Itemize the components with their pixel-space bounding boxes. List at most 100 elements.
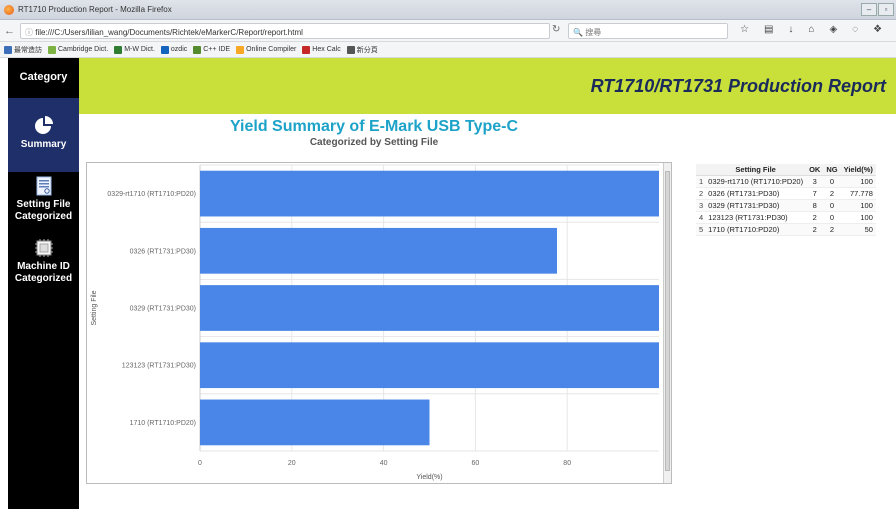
search-placeholder: 搜尋 [585, 28, 602, 37]
sidebar-item-label: Setting File Categorized [14, 199, 73, 222]
download-icon[interactable]: ↓ [788, 24, 793, 35]
firefox-icon [4, 4, 14, 15]
bookmark-label: Cambridge Dict. [58, 46, 109, 53]
home-icon[interactable]: ⌂ [808, 24, 814, 35]
sidebar-item-machine-id[interactable]: Machine ID Categorized [8, 238, 79, 298]
reading-list-icon[interactable]: ▤ [764, 24, 773, 35]
search-input[interactable]: 🔍 搜尋 [568, 23, 728, 39]
y-tick-label: 0326 (RT1731:PD30) [130, 248, 196, 255]
address-bar[interactable]: ⓘ file:///C:/Users/lilian_wang/Documents… [20, 23, 550, 39]
table-cell: 50 [840, 223, 876, 236]
bookmark-label: M-W Dict. [124, 46, 155, 53]
x-tick-label: 60 [472, 460, 480, 467]
category-sidebar: Category Summary Setting File Categorize… [8, 58, 79, 509]
yield-bar-chart: 0 20 40 60 80 0329-rt1710 (RT1710:PD20) 0326 (… [91, 164, 659, 481]
bookmark-icon [160, 45, 169, 54]
bookmark-icon [346, 45, 355, 54]
bookmark-star-icon[interactable]: ☆ [740, 24, 749, 35]
table-cell: 4 [696, 211, 706, 224]
sync-icon[interactable]: ◌ [852, 24, 858, 35]
table-cell: 0326 (RT1731:PD30) [705, 187, 807, 200]
bookmark-icon [302, 45, 311, 54]
table-cell: 0 [823, 211, 841, 224]
table-cell: 0329-rt1710 (RT1710:PD20) [705, 175, 807, 188]
table-header-cell: OK [806, 164, 824, 176]
table-row: 3 0329 (RT1731:PD30) 8 0 100 [696, 199, 876, 212]
bookmark-icon [193, 45, 202, 54]
table-header-cell: Yield(%) [840, 164, 876, 176]
y-tick-label: 1710 (RT1710:PD20) [130, 420, 196, 427]
bookmark-item[interactable]: 最常造訪 [4, 45, 42, 55]
url-text: file:///C:/Users/lilian_wang/Documents/R… [35, 28, 303, 37]
bar[interactable] [200, 227, 558, 274]
bookmark-label: Online Compiler [246, 46, 297, 53]
maximize-icon[interactable]: ▫ [878, 3, 894, 16]
scrollbar-thumb[interactable] [665, 171, 670, 471]
table-cell: 5 [696, 223, 706, 236]
bookmark-item[interactable]: M-W Dict. [114, 45, 155, 54]
table-cell: 77.778 [840, 187, 876, 200]
y-tick-label: 123123 (RT1731:PD30) [122, 363, 196, 370]
chart-scrollbar[interactable] [663, 163, 671, 483]
table-cell: 0 [823, 175, 841, 188]
bar[interactable] [200, 342, 659, 389]
bookmarks-toolbar: 最常造訪 Cambridge Dict. M-W Dict. ozdic C++ IDE… [0, 42, 896, 58]
reload-icon[interactable]: ↻ [552, 24, 560, 35]
x-tick-label: 40 [380, 460, 388, 467]
yield-table: Setting File OK NG Yield(%) 1 0329-rt1710 (R… [696, 164, 876, 236]
bar[interactable] [200, 399, 430, 446]
toolbar-icons: ☆ ▤ ↓ ⌂ ◈ ◌ ❖ ≡ [740, 24, 896, 35]
bookmark-icon [48, 45, 56, 54]
bookmark-label: Hex Calc [312, 46, 341, 53]
table-cell: 3 [806, 175, 824, 188]
bar[interactable] [200, 170, 659, 217]
pocket-icon[interactable]: ◈ [829, 24, 837, 35]
bookmark-item[interactable]: ozdic [160, 45, 187, 54]
window-title: RT1710 Production Report - Mozilla Firef… [18, 5, 172, 14]
window-titlebar: RT1710 Production Report - Mozilla Firef… [0, 0, 896, 20]
y-tick-label: 0329-rt1710 (RT1710:PD20) [107, 191, 196, 198]
sidebar-item-setting-file[interactable]: Setting File Categorized [8, 172, 79, 230]
bookmark-item[interactable]: 新分頁 [346, 45, 378, 55]
x-tick-label: 80 [563, 460, 571, 467]
bookmark-item[interactable]: Cambridge Dict. [48, 45, 109, 54]
table-row: 2 0326 (RT1731:PD30) 7 2 77.778 [696, 187, 876, 200]
info-icon[interactable]: ⓘ [25, 28, 35, 37]
table-cell: 2 [823, 223, 841, 236]
table-cell: 2 [806, 211, 824, 224]
minimize-icon[interactable]: – [861, 3, 877, 16]
table-row: 1 0329-rt1710 (RT1710:PD20) 3 0 100 [696, 175, 876, 188]
bookmark-item[interactable]: Hex Calc [302, 45, 341, 54]
bookmark-label: 新分頁 [356, 46, 378, 54]
sidebar-item-label: Machine ID Categorized [14, 261, 73, 284]
extension-icon[interactable]: ❖ [873, 24, 882, 35]
bookmark-label: 最常造訪 [14, 46, 42, 54]
table-cell: 0 [823, 199, 841, 212]
table-header-cell [696, 164, 706, 176]
table-row: 5 1710 (RT1710:PD20) 2 2 50 [696, 223, 876, 236]
document-icon [36, 176, 51, 196]
table-cell: 2 [823, 187, 841, 200]
sidebar-item-summary[interactable]: Summary [8, 98, 79, 172]
table-cell: 100 [840, 199, 876, 212]
sidebar-heading: Category [19, 71, 68, 83]
bookmark-item[interactable]: C++ IDE [193, 45, 230, 54]
table-cell: 2 [696, 187, 706, 200]
x-axis-label: Yield(%) [416, 474, 442, 481]
back-icon[interactable]: ← [4, 25, 18, 37]
bookmark-icon [236, 45, 245, 54]
x-tick-label: 0 [198, 460, 202, 467]
bar[interactable] [200, 285, 659, 331]
pie-chart-icon [34, 116, 53, 134]
table-cell: 100 [840, 211, 876, 224]
table-cell: 8 [806, 199, 824, 212]
table-cell: 1 [696, 175, 706, 188]
chart-title: Yield Summary of E-Mark USB Type-C [229, 118, 519, 135]
chart-subtitle: Categorized by Setting File [309, 137, 439, 148]
bookmark-icon [4, 45, 12, 54]
table-header-cell: Setting File [705, 164, 807, 176]
bookmark-item[interactable]: Online Compiler [236, 45, 297, 54]
table-cell: 7 [806, 187, 824, 200]
navigation-bar: ← ⓘ file:///C:/Users/lilian_wang/Documen… [0, 20, 896, 42]
table-cell: 123123 (RT1731:PD30) [705, 211, 807, 224]
